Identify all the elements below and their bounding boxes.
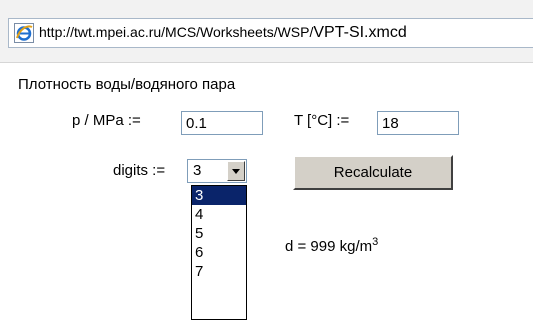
page-title: Плотность воды/водяного пара — [18, 76, 236, 93]
digits-dropdown-list[interactable]: 3 4 5 6 7 — [191, 185, 247, 320]
pressure-input[interactable] — [181, 111, 263, 135]
recalculate-button[interactable]: Recalculate — [293, 155, 453, 190]
result-exponent: 3 — [372, 236, 379, 248]
result-unit: kg/m — [339, 238, 373, 255]
url-file: VPT-SI.xmcd — [313, 24, 407, 41]
pressure-label: p / MPa := — [72, 112, 141, 129]
address-url: http://twt.mpei.ac.ru/MCS/Worksheets/WSP… — [39, 24, 407, 42]
chevron-down-icon[interactable] — [227, 161, 245, 181]
density-result: d = 999 kg/m3 — [285, 236, 378, 255]
temperature-input[interactable] — [377, 111, 459, 135]
digits-option-6[interactable]: 6 — [192, 243, 246, 262]
result-prefix: d = 999 — [285, 238, 336, 255]
digits-selected-value: 3 — [193, 162, 202, 179]
address-bar: http://twt.mpei.ac.ru/MCS/Worksheets/WSP… — [0, 0, 533, 63]
digits-option-3[interactable]: 3 — [192, 186, 246, 205]
url-prefix: http://twt.mpei.ac.ru/MCS/Worksheets/WSP… — [39, 24, 314, 40]
digits-select[interactable]: 3 — [187, 159, 247, 183]
digits-label: digits := — [113, 162, 166, 179]
temperature-label: T [°C] := — [294, 112, 350, 129]
digits-option-4[interactable]: 4 — [192, 205, 246, 224]
digits-option-7[interactable]: 7 — [192, 262, 246, 281]
digits-option-5[interactable]: 5 — [192, 224, 246, 243]
ie-page-icon — [14, 23, 34, 43]
address-field[interactable]: http://twt.mpei.ac.ru/MCS/Worksheets/WSP… — [8, 18, 533, 48]
